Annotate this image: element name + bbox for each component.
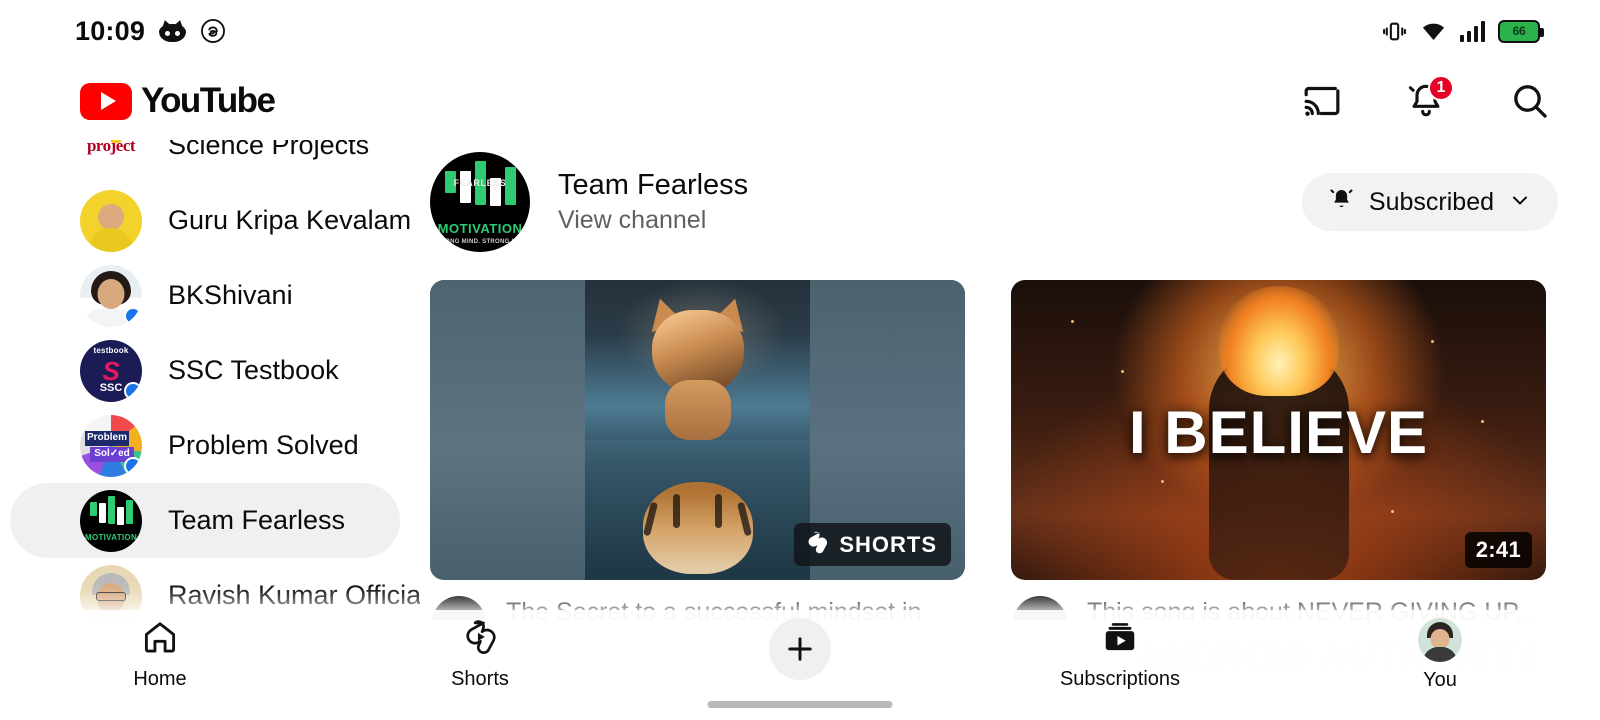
chevron-down-icon [1508, 188, 1532, 217]
nav-item-shorts[interactable]: Shorts [370, 618, 590, 691]
subscribed-label: Subscribed [1368, 187, 1494, 216]
status-bar: 10:09 66 [0, 0, 1600, 62]
sidebar-item-problem-solved[interactable]: Problem Sol✓ed Problem Solved [10, 408, 400, 483]
youtube-logo[interactable]: YouTube [80, 81, 276, 121]
status-time: 10:09 [75, 15, 146, 46]
sidebar-item-label: Team Fearless [168, 505, 346, 535]
bell-icon [1328, 186, 1355, 218]
app-header: YouTube 1 [0, 62, 1600, 140]
sidebar-item-label: BKShivani [168, 280, 293, 310]
nav-item-create[interactable] [690, 618, 910, 687]
avatar [80, 264, 142, 327]
avatar: testbook S SSC [80, 339, 142, 402]
channel-text: Team Fearless View channel [558, 167, 748, 237]
notification-badge: 1 [1428, 75, 1454, 101]
sidebar-item-guru-kripa-kevalam[interactable]: Guru Kripa Kevalam [10, 183, 411, 258]
thumbnail-text: I BELIEVE [1128, 399, 1429, 466]
brand-name: YouTube [141, 81, 276, 120]
unread-dot [124, 456, 142, 475]
nav-label: Home [133, 668, 187, 690]
subscribed-button[interactable]: Subscribed [1301, 173, 1558, 231]
channel-avatar: FEARLESS MOTIVATION STRONG MIND. STRONG … [430, 152, 530, 252]
shorts-icon [805, 530, 829, 559]
video-thumbnail[interactable]: I BELIEVE 2:41 [1011, 280, 1546, 580]
nav-label: Shorts [451, 668, 509, 690]
video-grid: SHORTS The Secret to a successful mindse… [420, 252, 1600, 620]
sidebar-item-ssc-testbook[interactable]: testbook S SSC SSC Testbook [10, 333, 400, 408]
channel-sidebar[interactable]: project Science Projects Guru Kripa Keva… [0, 140, 420, 620]
youtube-play-icon [80, 82, 132, 120]
view-channel-link[interactable]: View channel [558, 204, 748, 237]
video-card[interactable]: SHORTS The Secret to a successful mindse… [430, 280, 965, 620]
avatar [80, 189, 142, 252]
plus-icon[interactable] [769, 618, 831, 680]
sidebar-item-label: SSC Testbook [168, 355, 339, 385]
duration-badge: 2:41 [1464, 532, 1532, 568]
sidebar-item-team-fearless[interactable]: MOTIVATION Team Fearless [10, 483, 400, 558]
header-actions: 1 [1300, 75, 1552, 123]
channel-identity[interactable]: FEARLESS MOTIVATION STRONG MIND. STRONG … [430, 152, 748, 252]
avatar: Problem Sol✓ed [80, 414, 142, 477]
shorts-badge-label: SHORTS [839, 531, 937, 557]
channel-avatar-title: FEARLESS [453, 178, 507, 188]
battery-level: 66 [1512, 24, 1526, 38]
channel-name: Team Fearless [558, 169, 749, 202]
gesture-bar[interactable] [707, 701, 893, 708]
cat-icon [159, 18, 187, 42]
shorts-badge: SHORTS [794, 523, 951, 566]
home-icon [141, 618, 179, 661]
wifi-icon [1420, 19, 1447, 44]
sidebar-item-bkshivani[interactable]: BKShivani [10, 258, 400, 333]
subscriptions-icon [1101, 618, 1139, 661]
channel-avatar-tagline: STRONG MIND. STRONG LIFE. [432, 239, 528, 245]
search-icon[interactable] [1508, 79, 1552, 123]
status-bar-right: 66 [1382, 19, 1544, 44]
channel-header: FEARLESS MOTIVATION STRONG MIND. STRONG … [420, 140, 1600, 252]
video-card[interactable]: I BELIEVE 2:41 This song is about NEVER … [1011, 280, 1546, 620]
cellular-signal-icon [1459, 20, 1485, 42]
sidebar-item-label: Science Projects [168, 140, 370, 160]
nav-label: Subscriptions [1059, 668, 1181, 690]
avatar: project [80, 140, 142, 177]
video-thumbnail[interactable]: SHORTS [430, 280, 965, 580]
battery-icon: 66 [1498, 19, 1544, 43]
sidebar-item-label: Guru Kripa Kevalam [168, 205, 412, 235]
unread-dot [124, 306, 142, 325]
phone-screen: 10:09 66 YouTube 1 project Science Proje… [0, 0, 1600, 720]
nav-item-you[interactable]: You [1330, 618, 1550, 692]
threads-icon [200, 18, 226, 44]
sidebar-item-science-projects[interactable]: project Science Projects [10, 140, 400, 183]
main-content: FEARLESS MOTIVATION STRONG MIND. STRONG … [420, 140, 1600, 620]
sidebar-item-label: Ravish Kumar Official [168, 580, 420, 610]
avatar-icon [1418, 618, 1462, 662]
nav-label: You [1423, 669, 1457, 691]
nav-item-subscriptions[interactable]: Subscriptions [1010, 618, 1230, 691]
nav-item-home[interactable]: Home [50, 618, 270, 691]
notifications-bell-icon[interactable]: 1 [1404, 75, 1454, 123]
avatar: MOTIVATION [80, 489, 142, 552]
vibrate-icon [1382, 19, 1407, 44]
shorts-icon [461, 618, 499, 661]
unread-dot [124, 381, 142, 400]
cast-icon[interactable] [1300, 79, 1344, 123]
sidebar-item-label: Problem Solved [168, 430, 359, 460]
status-bar-left: 10:09 [75, 16, 226, 47]
channel-avatar-subtitle: MOTIVATION [437, 221, 523, 236]
